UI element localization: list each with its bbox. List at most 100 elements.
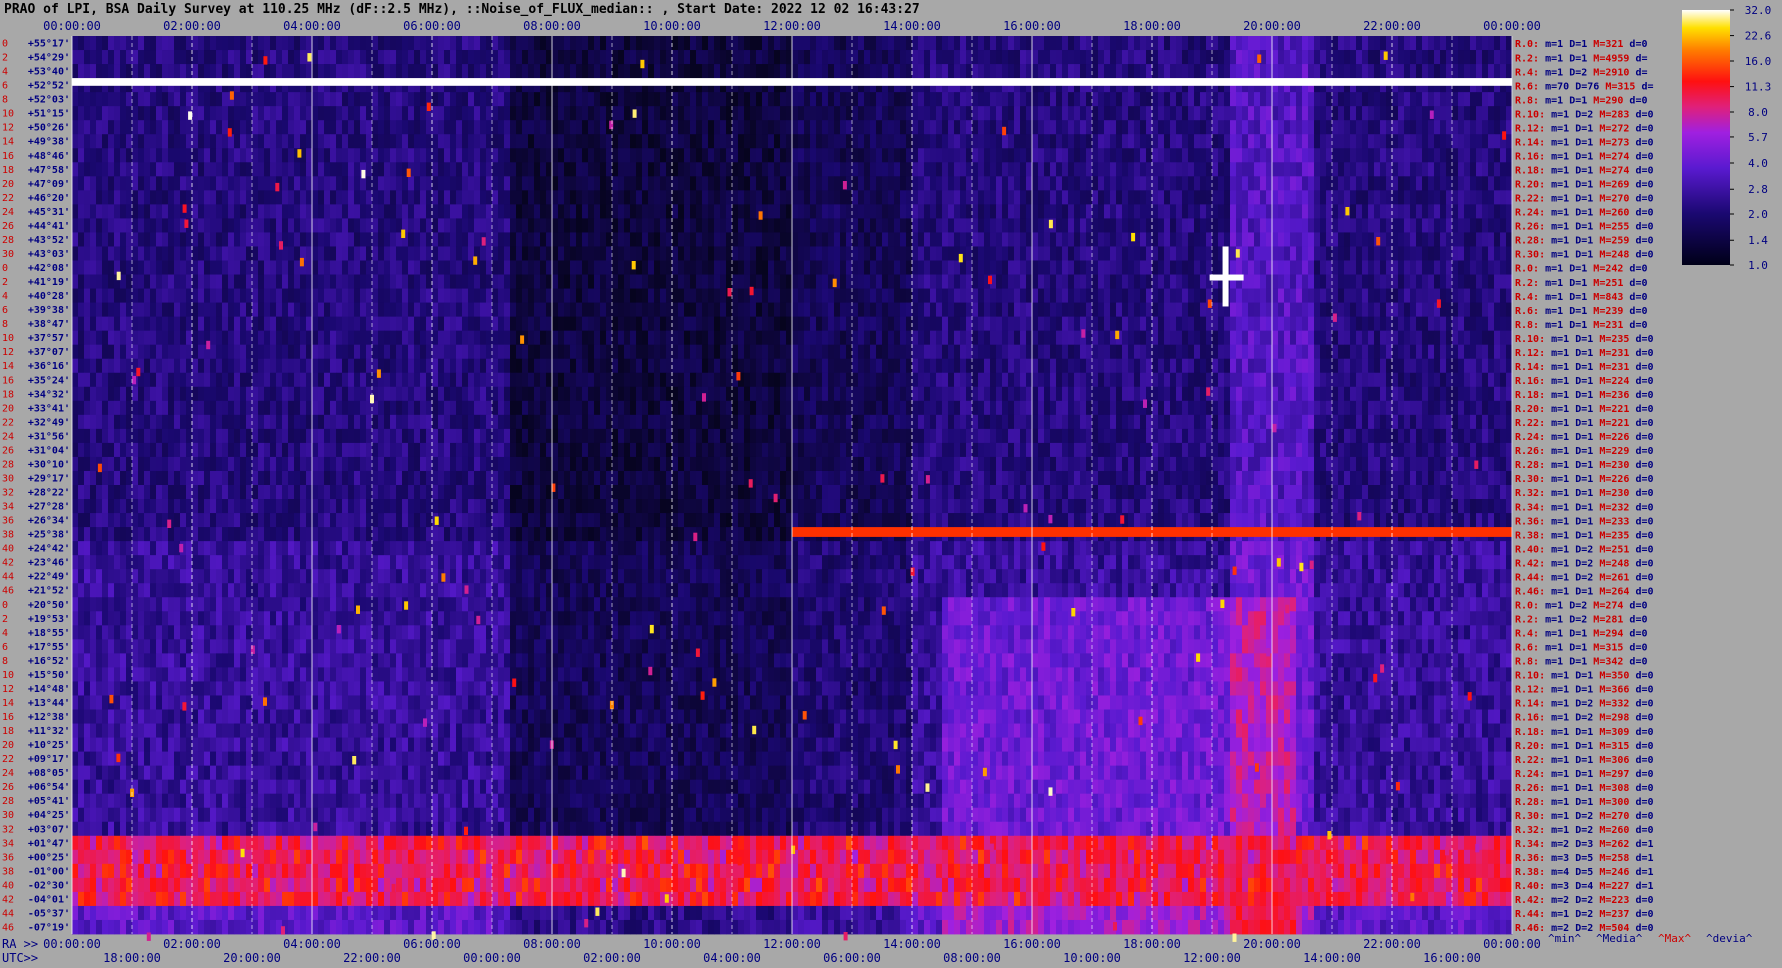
heatmap-cell [642,204,649,219]
heatmap-cell [1242,120,1249,135]
heatmap-cell [366,134,373,149]
heatmap-cell [606,260,613,275]
heatmap-cell [72,246,79,261]
heatmap-cell [480,106,487,121]
heatmap-cell [1188,64,1195,79]
heatmap-cell [1212,232,1219,247]
heatmap-cell [444,274,451,289]
heatmap-cell [1116,50,1123,65]
heatmap-cell [1200,120,1207,135]
heatmap-cell [1278,134,1285,149]
heatmap-cell [1296,148,1303,163]
heatmap-cell [846,204,853,219]
heatmap-cell [456,92,463,107]
heatmap-cell [1416,36,1423,51]
heatmap-cell [546,232,553,247]
heatmap-cell [774,204,781,219]
heatmap-cell [900,260,907,275]
heatmap-cell [402,316,409,332]
heatmap-cell [1368,36,1375,51]
heatmap-cell [174,120,181,135]
heatmap-cell [1026,162,1033,177]
heatmap-cell [714,120,721,135]
heatmap-cell [984,92,991,107]
heatmap-cell [240,288,247,303]
heatmap-cell [282,64,289,79]
heatmap-cell [672,218,679,233]
heatmap-cell [90,274,97,289]
heatmap-cell [1374,106,1381,121]
heatmap-cell [1074,218,1081,233]
heatmap-cell [486,246,493,261]
heatmap-cell [1332,148,1339,163]
heatmap-cell [1062,302,1069,318]
heatmap-cell [1056,190,1063,205]
heatmap-cell [918,64,925,79]
heatmap-cell [354,288,361,303]
heatmap-cell [1410,190,1417,205]
heatmap-cell [1116,148,1123,163]
heatmap-cell [1044,92,1051,107]
heatmap-cell [72,190,79,205]
heatmap-cell [1212,176,1219,191]
heatmap-cell [630,246,637,261]
heatmap-cell [594,190,601,205]
heatmap-cell [1278,148,1285,163]
heatmap-cell [498,148,505,163]
heatmap-cell [708,50,715,65]
heatmap-cell [1284,36,1291,51]
heatmap-cell [558,92,565,107]
heatmap-cell [1164,274,1171,289]
heatmap-cell [750,106,757,121]
heatmap-cell [510,50,517,65]
heatmap-cell [666,36,673,51]
heatmap-cell [1098,190,1105,205]
heatmap-cell [546,120,553,135]
heatmap-cell [1092,36,1099,51]
heatmap-cell [468,36,475,51]
heatmap-cell [120,50,127,65]
heatmap-cell [1176,218,1183,233]
heatmap-cell [90,288,97,303]
heatmap-cell [876,302,883,318]
heatmap-cell [822,316,829,332]
heatmap-cell [1014,204,1021,219]
heatmap-cell [1242,204,1249,219]
heatmap-cell [168,148,175,163]
heatmap-cell [1056,260,1063,275]
heatmap-cell [1188,274,1195,289]
heatmap-cell [1464,260,1471,275]
heatmap-cell [666,218,673,233]
heatmap-cell [852,260,859,275]
heatmap-cell [672,260,679,275]
heatmap-cell [912,204,919,219]
heatmap-cell [516,218,523,233]
heatmap-cell [756,176,763,191]
heatmap-cell [630,204,637,219]
heatmap-cell [894,260,901,275]
heatmap-cell [648,106,655,121]
heatmap-cell [1362,106,1369,121]
heatmap-cell [870,204,877,219]
heatmap-cell [786,134,793,149]
heatmap-cell [960,120,967,135]
heatmap-cell [1398,260,1405,275]
heatmap-cell [948,120,955,135]
heatmap-cell [1356,148,1363,163]
heatmap-cell [1452,246,1459,261]
heatmap-cell [552,106,559,121]
heatmap-cell [348,36,355,51]
heatmap-cell [1416,232,1423,247]
heatmap-cell [696,316,703,332]
heatmap-cell [1422,176,1429,191]
heatmap-cell [582,260,589,275]
heatmap-cell [246,288,253,303]
heatmap-cell [1182,246,1189,261]
heatmap-cell [684,260,691,275]
heatmap-cell [342,302,349,318]
heatmap-cell [1236,50,1243,65]
heatmap-cell [726,232,733,247]
heatmap-cell [90,134,97,149]
heatmap-cell [156,120,163,135]
heatmap-cell [138,302,145,318]
